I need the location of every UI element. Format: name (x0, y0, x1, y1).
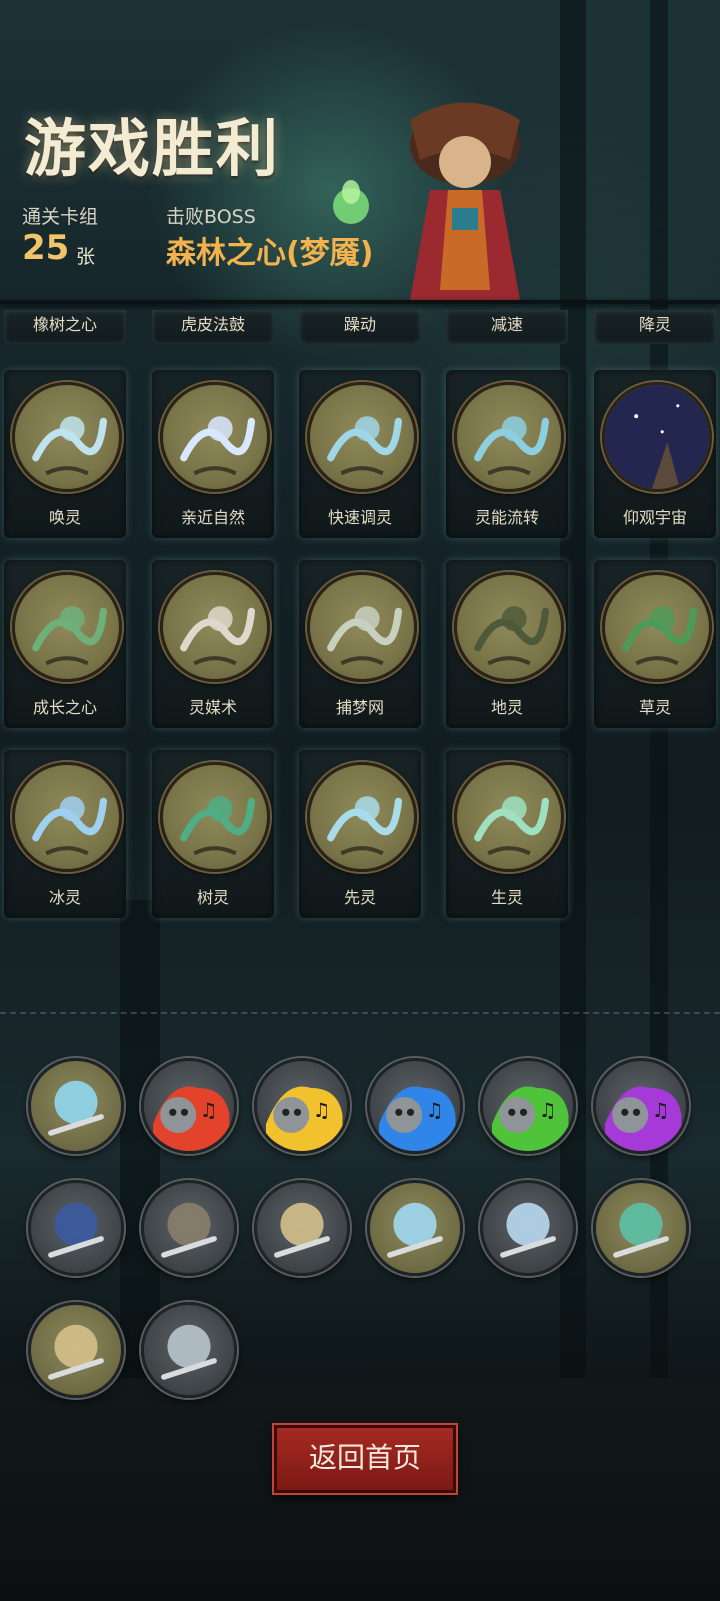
cleared-deck-unit: 张 (76, 246, 96, 268)
card-item[interactable]: 灵能流转 (446, 370, 568, 538)
card-name: 冰灵 (48, 888, 81, 907)
spirit-flow-icon (454, 382, 564, 492)
storm-cloud-icon[interactable] (141, 1180, 237, 1276)
red-music-skull-icon[interactable]: ♫ (141, 1058, 237, 1154)
coin-pouch-sword-icon[interactable] (28, 1302, 124, 1398)
chalice-relic-icon[interactable] (28, 1058, 124, 1154)
growth-heart-icon (12, 572, 122, 682)
card-top-item[interactable]: 减速 (446, 310, 568, 344)
vine-orb-icon[interactable] (593, 1180, 689, 1276)
broken-blade-icon[interactable] (141, 1302, 237, 1398)
grass-spirit-icon (602, 572, 712, 682)
card-name: 降灵 (638, 315, 671, 334)
return-home-button[interactable]: 返回首页 (274, 1425, 456, 1493)
card-name: 减速 (490, 315, 523, 334)
card-top-item[interactable]: 虎皮法鼓 (152, 310, 274, 344)
cleared-deck-count: 25 (22, 228, 70, 268)
blue-lily-icon[interactable] (367, 1180, 463, 1276)
tree-spirit-icon (160, 762, 270, 872)
card-name: 地灵 (490, 698, 523, 717)
card-name: 虎皮法鼓 (180, 315, 245, 334)
green-flame-icon (333, 180, 369, 224)
boss-name: 森林之心(梦魇) (166, 236, 374, 271)
card-top-item[interactable]: 降灵 (594, 310, 716, 344)
svg-text:♫: ♫ (652, 1099, 670, 1122)
card-item[interactable]: 快速调灵 (299, 370, 421, 538)
card-item[interactable]: 先灵 (299, 750, 421, 918)
svg-text:♫: ♫ (313, 1099, 331, 1122)
header-divider (0, 300, 720, 304)
hero-character-art (410, 102, 520, 300)
card-name: 灵媒术 (188, 698, 237, 717)
card-item[interactable]: 冰灵 (4, 750, 126, 918)
purple-music-skull-icon[interactable]: ♫ (593, 1058, 689, 1154)
dreamcatcher-icon (307, 572, 417, 682)
life-butterfly-icon (454, 762, 564, 872)
earth-spirit-icon (454, 572, 564, 682)
svg-text:♫: ♫ (200, 1099, 218, 1122)
card-item[interactable]: 生灵 (446, 750, 568, 918)
tree-trunk (650, 0, 668, 1601)
green-music-skull-icon[interactable]: ♫ (480, 1058, 576, 1154)
card-name: 成长之心 (32, 698, 97, 717)
card-name: 快速调灵 (327, 508, 392, 527)
card-name: 仰观宇宙 (622, 508, 687, 527)
coin-pouch-sword-icon[interactable] (254, 1180, 350, 1276)
card-name: 亲近自然 (180, 508, 245, 527)
card-name: 橡树之心 (32, 315, 97, 334)
wolf-nature-icon (160, 382, 270, 492)
ice-compass-icon[interactable] (480, 1180, 576, 1276)
svg-text:♫: ♫ (426, 1099, 444, 1122)
card-item[interactable]: 唤灵 (4, 370, 126, 538)
card-item[interactable]: 灵媒术 (152, 560, 274, 728)
card-name: 唤灵 (48, 508, 81, 527)
card-item[interactable]: 仰观宇宙 (594, 370, 716, 538)
card-item[interactable]: 成长之心 (4, 560, 126, 728)
card-top-item[interactable]: 躁动 (299, 310, 421, 344)
card-name: 先灵 (343, 888, 376, 907)
svg-text:♫: ♫ (539, 1099, 557, 1122)
card-name: 生灵 (490, 888, 523, 907)
card-name: 捕梦网 (335, 698, 384, 717)
card-top-item[interactable]: 橡树之心 (4, 310, 126, 344)
card-item[interactable]: 捕梦网 (299, 560, 421, 728)
card-name: 草灵 (638, 698, 671, 717)
skull-medium-icon (160, 572, 270, 682)
cleared-deck-label: 通关卡组 (22, 206, 99, 228)
ice-spirit-icon (12, 762, 122, 872)
card-item[interactable]: 树灵 (152, 750, 274, 918)
cosmos-icon (602, 382, 712, 492)
spirit-summon-icon (12, 382, 122, 492)
card-item[interactable]: 亲近自然 (152, 370, 274, 538)
card-name: 灵能流转 (474, 508, 539, 527)
quick-spirit-icon (307, 382, 417, 492)
blue-music-skull-icon[interactable]: ♫ (367, 1058, 463, 1154)
section-divider (0, 1012, 720, 1014)
ancestor-bird-icon (307, 762, 417, 872)
card-name: 树灵 (196, 888, 229, 907)
boss-label: 击败BOSS (166, 206, 256, 228)
page-title: 游戏胜利 (24, 112, 281, 185)
card-name: 躁动 (343, 315, 376, 334)
card-item[interactable]: 草灵 (594, 560, 716, 728)
yellow-music-skull-icon[interactable]: ♫ (254, 1058, 350, 1154)
spellbook-icon[interactable] (28, 1180, 124, 1276)
card-item[interactable]: 地灵 (446, 560, 568, 728)
